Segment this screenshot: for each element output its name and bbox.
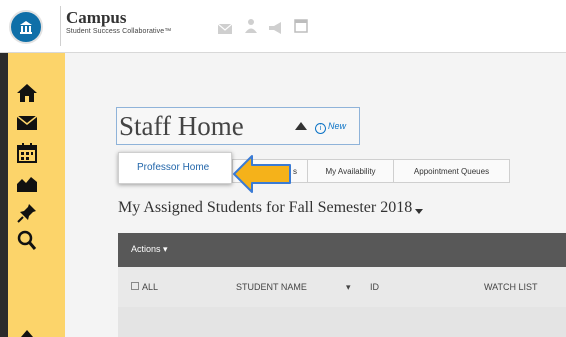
campus-logo-icon[interactable]: [9, 10, 43, 44]
caret-down-icon: ▾: [163, 244, 168, 254]
mail-icon[interactable]: [217, 21, 233, 39]
column-header-all: ALL: [142, 282, 159, 292]
dropdown-option-professor-home[interactable]: Professor Home: [137, 162, 209, 173]
more-icon[interactable]: [12, 326, 42, 337]
megaphone-icon[interactable]: [268, 21, 284, 39]
page-title: Staff Home: [119, 111, 244, 141]
select-all-checkbox[interactable]: ALL: [131, 282, 158, 292]
header-divider: [60, 6, 61, 46]
tab-label: Appointment Queues: [413, 166, 490, 176]
section-title: My Assigned Students for Fall Semester 2…: [118, 199, 413, 216]
window-icon[interactable]: [294, 19, 308, 38]
info-icon: i: [315, 123, 326, 134]
actions-label: Actions: [131, 244, 161, 254]
page-title-selector[interactable]: Staff Home i New: [116, 107, 360, 145]
arrow-left-icon: [232, 154, 294, 199]
page-switch-dropdown: Professor Home: [118, 152, 232, 184]
table-header-row: ALL STUDENT NAME ▾ ID WATCH LIST: [118, 267, 566, 307]
calendar-icon[interactable]: [12, 140, 42, 166]
brand-title: Campus: [66, 8, 127, 27]
table-row: [118, 307, 566, 337]
search-icon[interactable]: [12, 228, 42, 254]
sort-caret-icon[interactable]: ▾: [346, 282, 351, 293]
trend-chart-icon[interactable]: [12, 170, 42, 196]
table-action-bar: Actions ▾: [118, 233, 566, 267]
new-badge[interactable]: i New: [315, 121, 346, 134]
new-badge-label: New: [328, 121, 347, 131]
sidebar-active-indicator: [0, 53, 8, 337]
home-icon[interactable]: [12, 80, 42, 106]
mail-icon[interactable]: [12, 110, 42, 136]
top-bar: Campus Student Success Collaborative™: [0, 0, 566, 53]
column-header-id[interactable]: ID: [370, 282, 379, 292]
pin-icon[interactable]: [12, 200, 42, 226]
checkbox[interactable]: [131, 282, 139, 290]
tab-appointment-queues[interactable]: Appointment Queues: [393, 159, 510, 183]
actions-button[interactable]: Actions ▾: [131, 244, 168, 255]
column-header-student-name[interactable]: STUDENT NAME: [236, 282, 307, 292]
column-header-watch-list[interactable]: WATCH LIST: [484, 282, 538, 292]
person-icon[interactable]: [244, 18, 258, 39]
brand-subtitle: Student Success Collaborative™: [66, 28, 172, 35]
tab-label: My Availability: [325, 166, 376, 176]
chevron-down-icon[interactable]: [415, 209, 423, 214]
tab-my-availability[interactable]: My Availability: [307, 159, 394, 183]
caret-up-icon[interactable]: [295, 122, 307, 130]
